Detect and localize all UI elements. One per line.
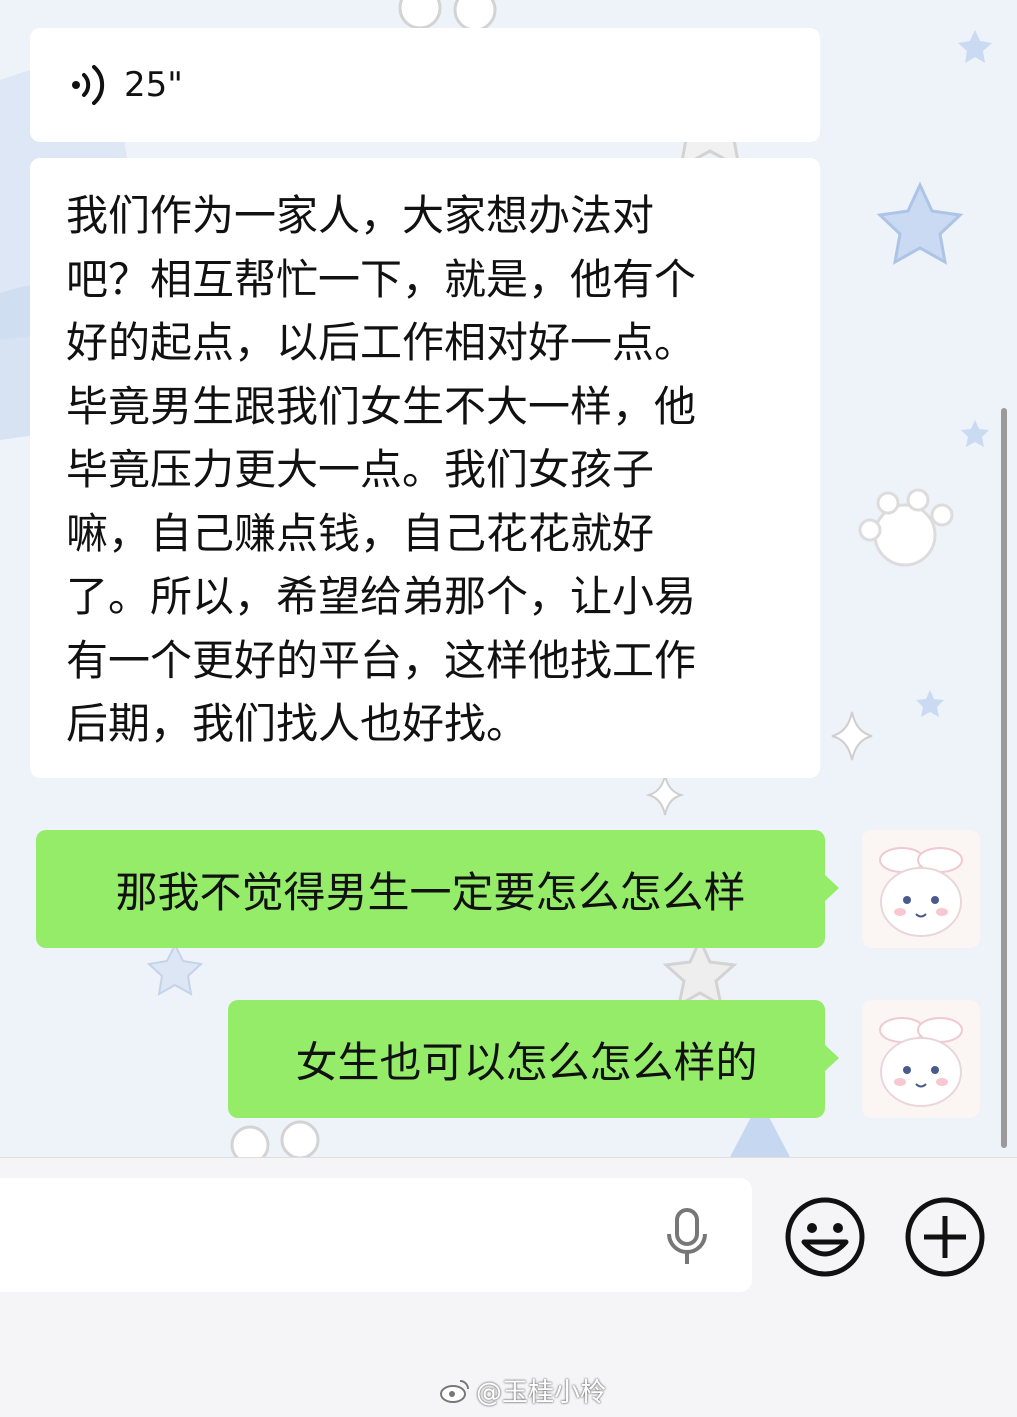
message-line: 后期，我们找人也好找。	[66, 699, 529, 748]
message-line: 好的起点，以后工作相对好一点。	[66, 318, 697, 367]
avatar[interactable]	[862, 1000, 980, 1118]
scrollbar[interactable]	[1001, 408, 1007, 1148]
bubble-tail	[824, 874, 839, 902]
received-text-bubble[interactable]: 我们作为一家人，大家想办法对 吧？相互帮忙一下，就是，他有个 好的起点，以后工作…	[30, 158, 820, 778]
message-line: 毕竟男生跟我们女生不大一样，他	[66, 381, 697, 431]
message-line: 嘛，自己赚点钱，自己花花就好	[66, 508, 655, 558]
voice-message-bubble[interactable]: 25"	[30, 28, 820, 142]
voice-wave-icon	[72, 65, 105, 105]
message-line: 有一个更好的平台，这样他找工作	[66, 635, 697, 685]
weibo-logo-icon	[440, 1379, 469, 1403]
sent-text-bubble[interactable]: 女生也可以怎么怎么样的	[228, 1000, 839, 1118]
voice-duration: 25"	[124, 65, 183, 105]
avatar[interactable]	[862, 830, 980, 948]
cinnamoroll-avatar	[879, 1017, 963, 1107]
watermark: @玉桂小柃	[440, 1372, 606, 1409]
sent-message-text: 那我不觉得男生一定要怎么怎么样	[115, 867, 746, 917]
microphone-icon[interactable]	[665, 1208, 709, 1266]
watermark-text: @玉桂小柃	[476, 1378, 607, 1408]
cinnamoroll-avatar	[879, 847, 963, 937]
message-line: 了。所以，希望给弟那个，让小易	[66, 572, 697, 621]
bubble-tail	[824, 1044, 839, 1072]
sent-text-bubble[interactable]: 那我不觉得男生一定要怎么怎么样	[36, 830, 839, 948]
message-line: 毕竟压力更大一点。我们女孩子	[66, 445, 655, 494]
sent-message-text: 女生也可以怎么怎么样的	[295, 1037, 758, 1087]
message-line: 吧？相互帮忙一下，就是，他有个	[66, 254, 697, 304]
message-input[interactable]	[0, 1178, 752, 1292]
emoji-icon[interactable]	[784, 1196, 866, 1278]
message-line: 我们作为一家人，大家想办法对	[66, 191, 655, 240]
chat-area: 25" 我们作为一家人，大家想办法对 吧？相互帮忙一下，就是，他有个 好的起点，…	[0, 0, 1017, 1157]
plus-circle-icon[interactable]	[904, 1196, 986, 1278]
